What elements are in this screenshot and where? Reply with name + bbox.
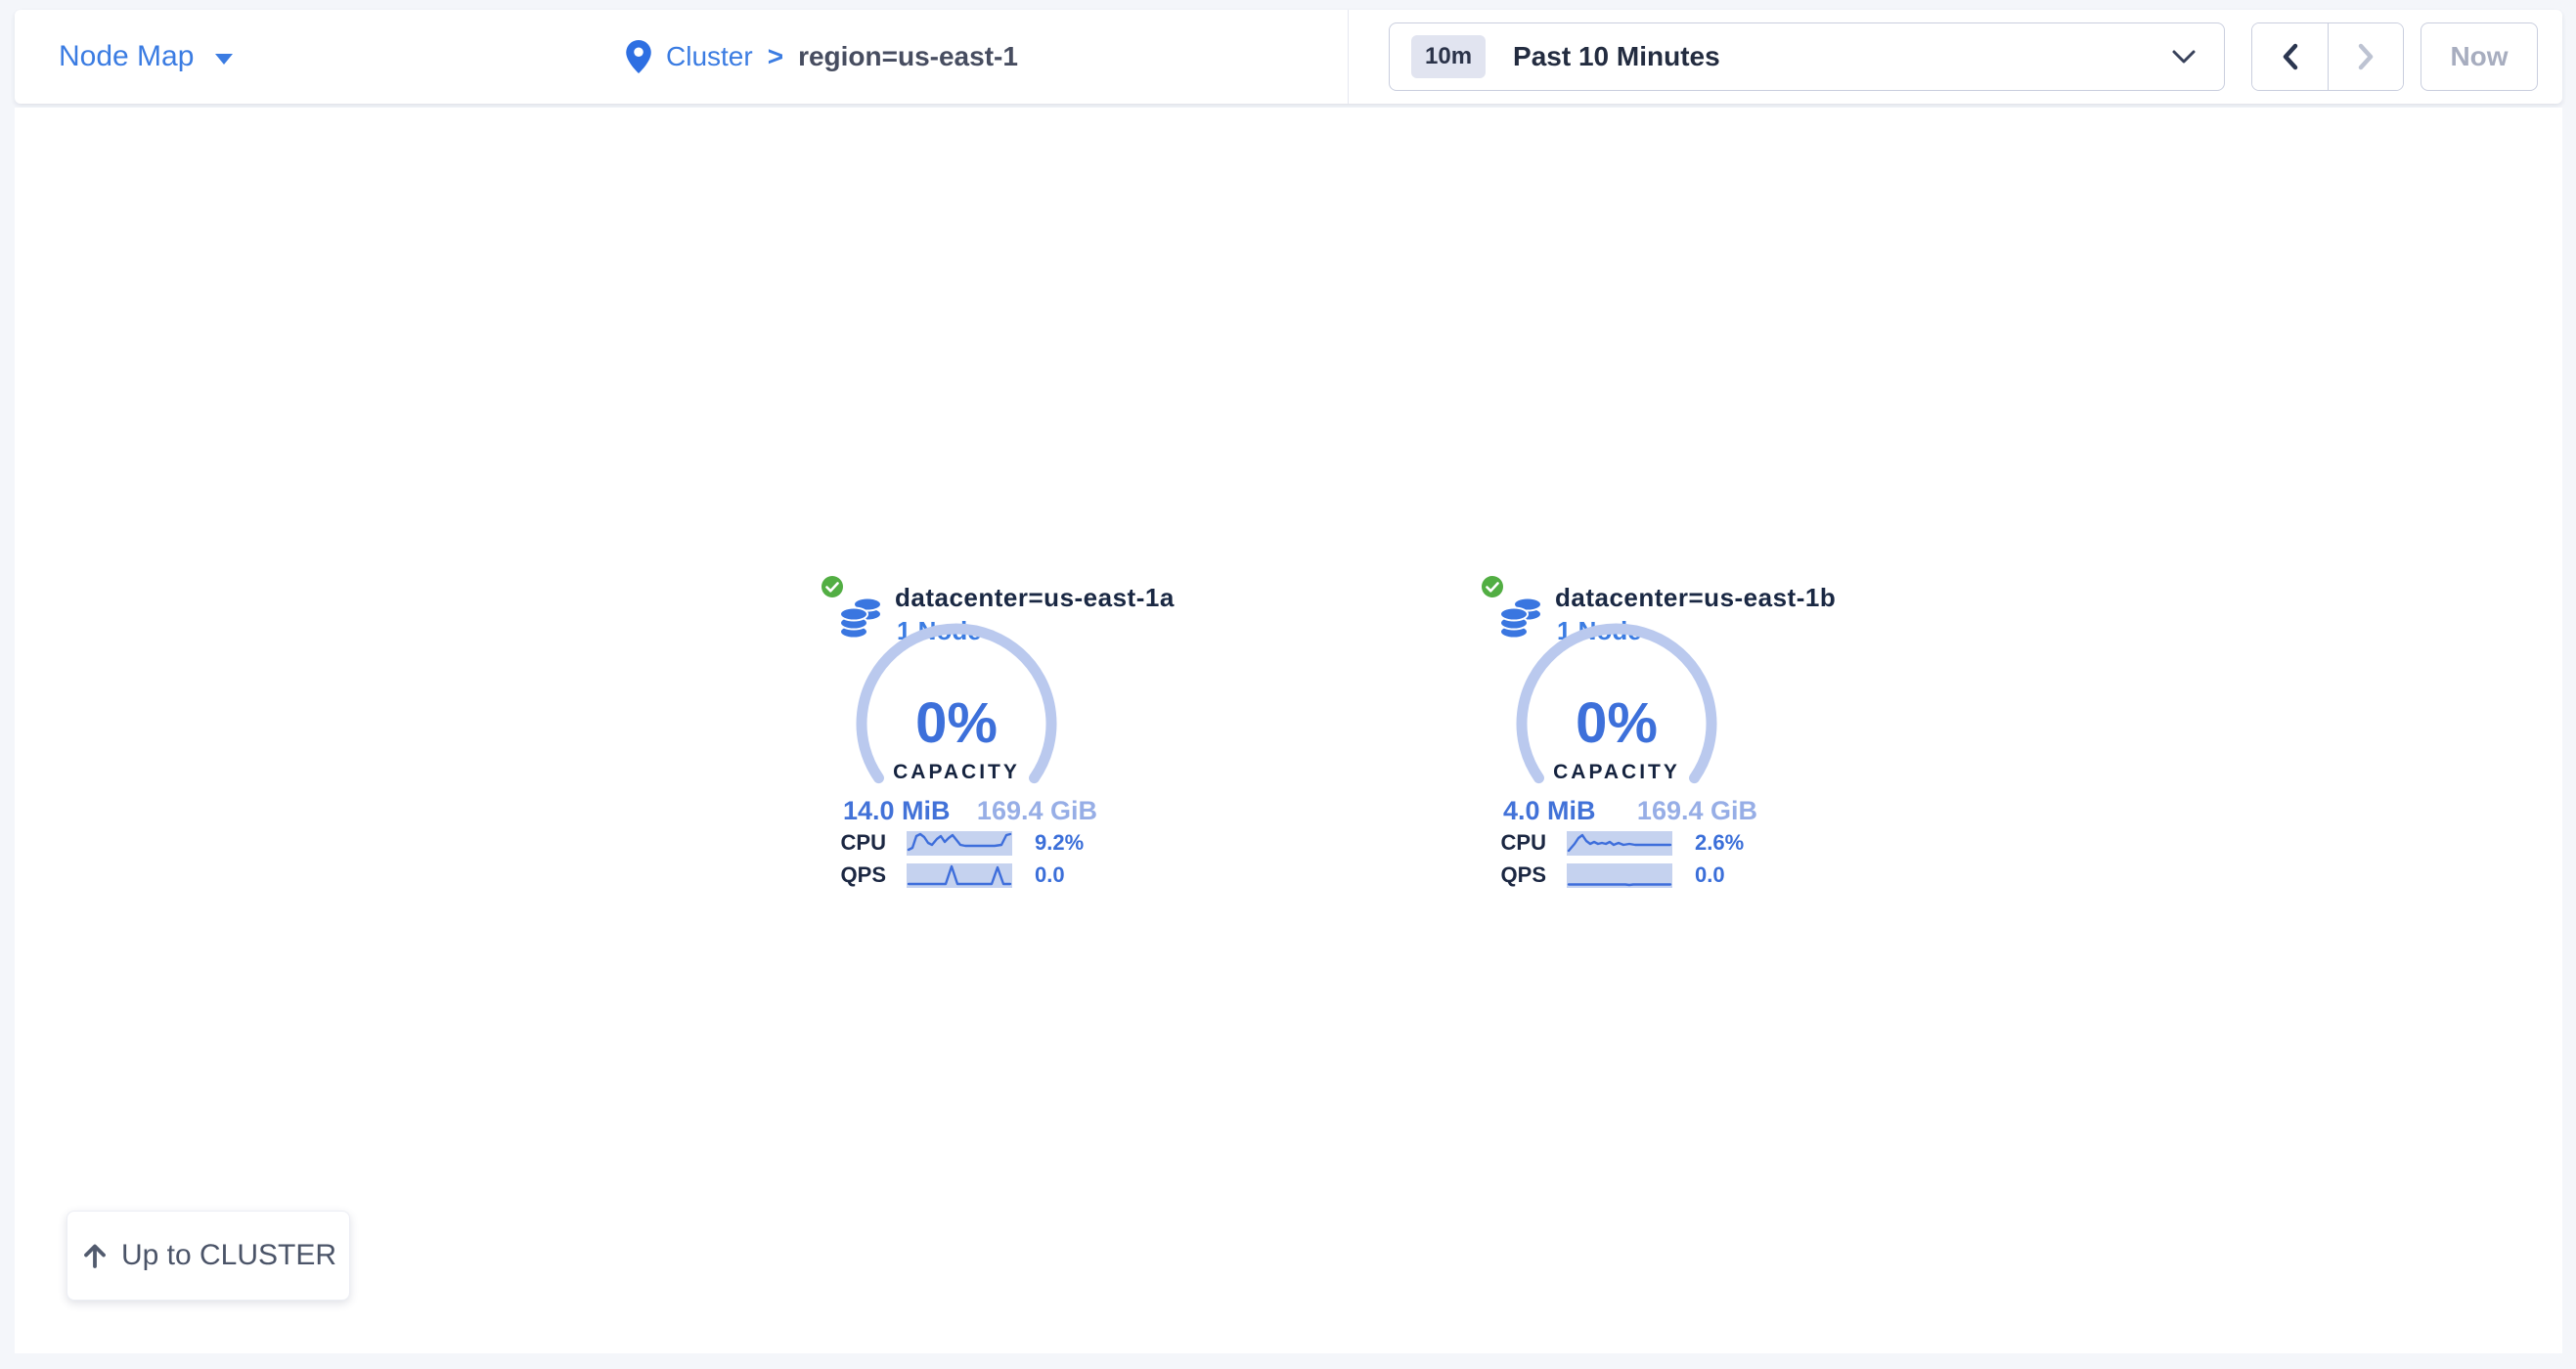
cpu-sparkline xyxy=(907,831,1012,856)
time-forward-button[interactable] xyxy=(2328,23,2403,90)
breadcrumb-cluster-link[interactable]: Cluster xyxy=(666,41,753,72)
time-back-button[interactable] xyxy=(2252,23,2328,90)
chevron-right-icon xyxy=(2355,42,2376,71)
qps-label: QPS xyxy=(1480,862,1546,888)
view-selector-dropdown[interactable]: Node Map xyxy=(59,10,233,104)
capacity-total: 169.4 GiB xyxy=(977,796,1097,826)
datacenter-name: datacenter=us-east-1a xyxy=(895,583,1175,613)
up-to-cluster-button[interactable]: Up to CLUSTER xyxy=(67,1211,350,1301)
node-map-page: Node Map Cluster > region=us-east-1 10m … xyxy=(0,0,2576,1369)
datacenter-card-us-east-1a[interactable]: datacenter=us-east-1a 1 Node 0% CAPACITY… xyxy=(820,567,1172,900)
breadcrumb-separator: > xyxy=(768,41,783,72)
breadcrumb-current: region=us-east-1 xyxy=(798,41,1018,72)
time-range-badge: 10m xyxy=(1411,35,1486,78)
up-to-cluster-label: Up to CLUSTER xyxy=(121,1239,336,1272)
arrow-up-icon xyxy=(80,1241,110,1270)
view-selector-label: Node Map xyxy=(59,40,194,73)
now-button[interactable]: Now xyxy=(2421,22,2538,91)
top-bar: Node Map Cluster > region=us-east-1 10m … xyxy=(15,10,2562,104)
cpu-metric-row: CPU 9.2% xyxy=(820,830,1133,856)
qps-sparkline xyxy=(1567,863,1672,888)
capacity-label: CAPACITY xyxy=(1509,761,1724,784)
cpu-sparkline xyxy=(1567,831,1672,856)
cpu-label: CPU xyxy=(1480,830,1546,856)
datacenter-name: datacenter=us-east-1b xyxy=(1555,583,1836,613)
node-map-canvas xyxy=(15,108,2562,1353)
qps-label: QPS xyxy=(820,862,886,888)
qps-value: 0.0 xyxy=(1695,862,1725,888)
capacity-total: 169.4 GiB xyxy=(1637,796,1757,826)
capacity-percent: 0% xyxy=(1509,690,1724,756)
capacity-used: 14.0 MiB xyxy=(843,796,951,826)
capacity-values: 14.0 MiB 169.4 GiB xyxy=(843,796,1097,826)
cpu-label: CPU xyxy=(820,830,886,856)
cpu-value: 2.6% xyxy=(1695,830,1744,856)
datacenter-card-us-east-1b[interactable]: datacenter=us-east-1b 1 Node 0% CAPACITY… xyxy=(1480,567,1832,900)
time-range-label: Past 10 Minutes xyxy=(1513,41,1720,72)
capacity-values: 4.0 MiB 169.4 GiB xyxy=(1503,796,1757,826)
qps-sparkline xyxy=(907,863,1012,888)
capacity-label: CAPACITY xyxy=(849,761,1064,784)
chevron-left-icon xyxy=(2280,42,2301,71)
qps-metric-row: QPS 0.0 xyxy=(820,862,1133,888)
time-range-dropdown[interactable]: 10m Past 10 Minutes xyxy=(1389,22,2225,91)
qps-value: 0.0 xyxy=(1035,862,1065,888)
top-bar-divider xyxy=(1348,10,1349,104)
cpu-metric-row: CPU 2.6% xyxy=(1480,830,1793,856)
qps-metric-row: QPS 0.0 xyxy=(1480,862,1793,888)
caret-down-icon xyxy=(215,54,233,65)
time-nav-arrows xyxy=(2251,22,2404,91)
breadcrumb: Cluster > region=us-east-1 xyxy=(626,10,1018,104)
capacity-percent: 0% xyxy=(849,690,1064,756)
location-pin-icon xyxy=(626,40,651,73)
cpu-value: 9.2% xyxy=(1035,830,1084,856)
capacity-used: 4.0 MiB xyxy=(1503,796,1596,826)
chevron-down-icon xyxy=(2171,49,2197,65)
